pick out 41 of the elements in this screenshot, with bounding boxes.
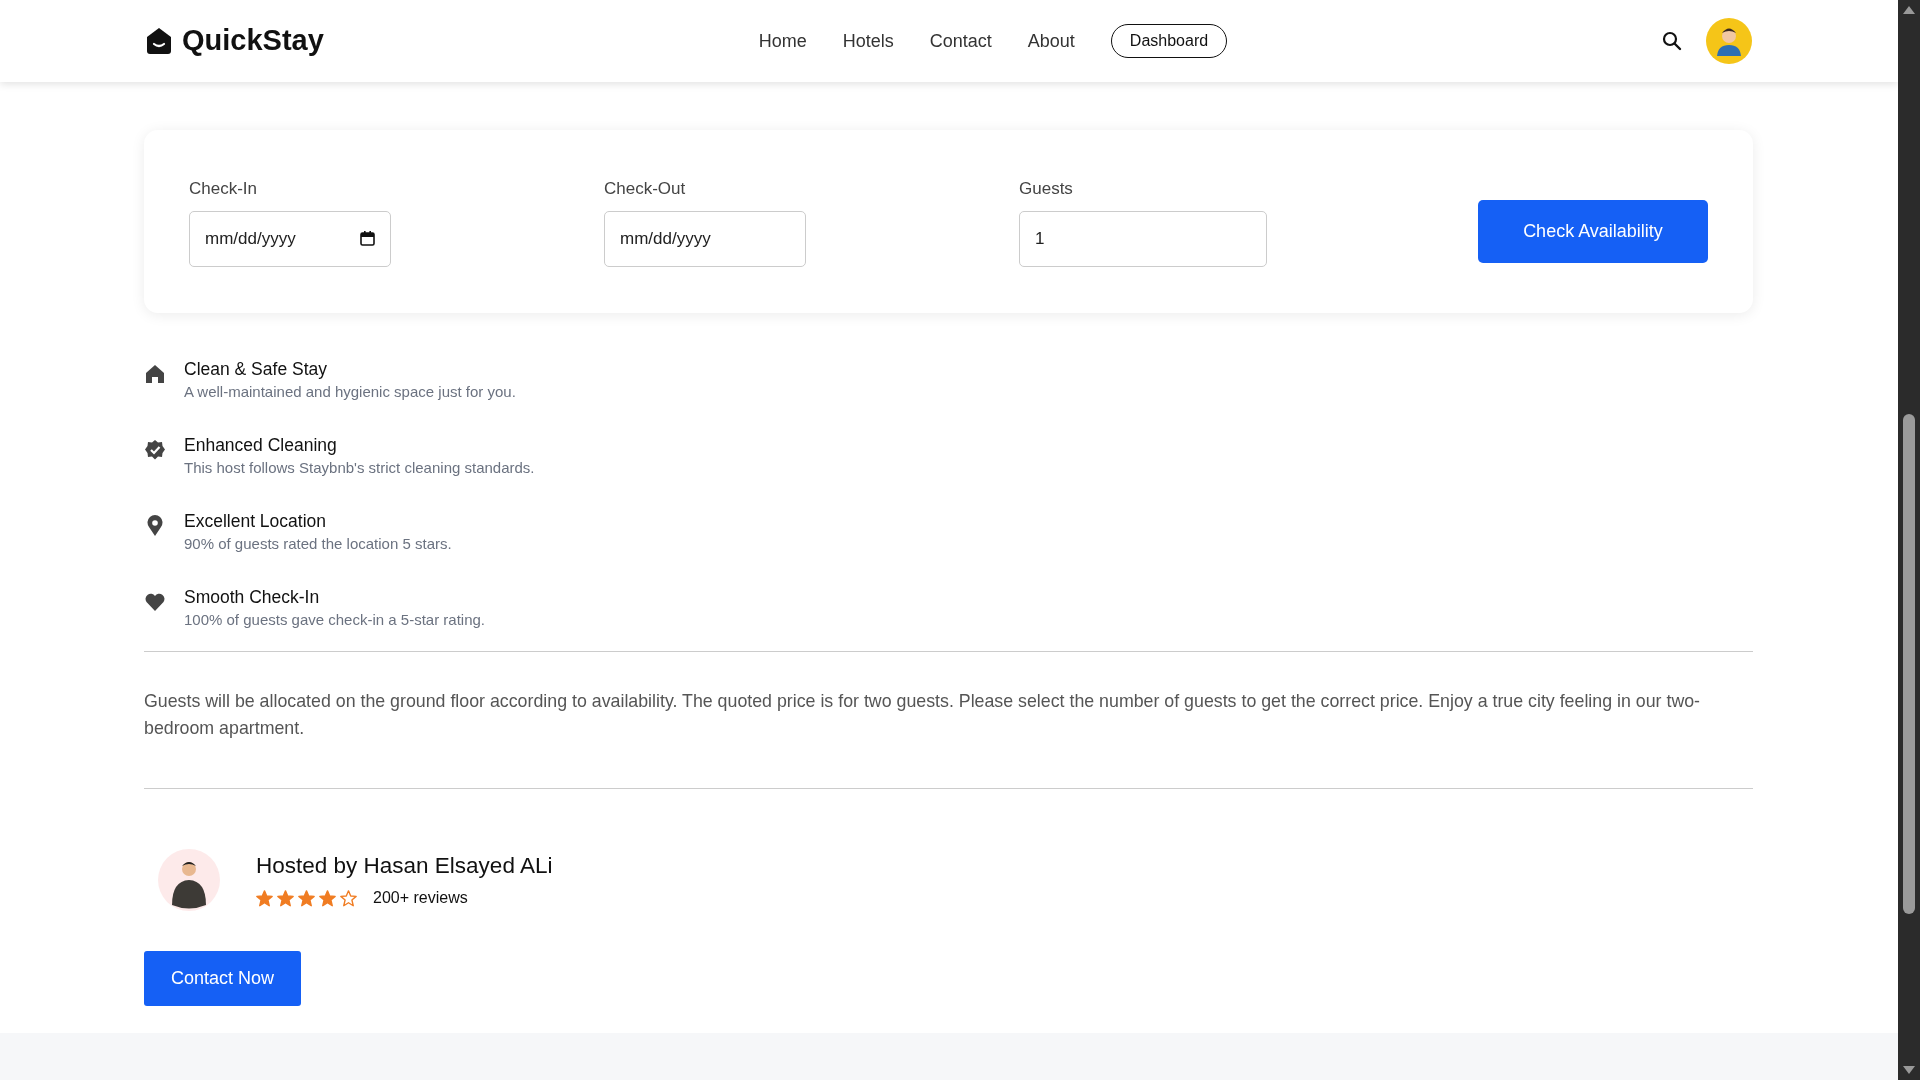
review-count: 200+ reviews <box>373 888 468 909</box>
filled-star-icon <box>319 889 336 907</box>
host-avatar-icon <box>158 848 220 911</box>
filled-star-icon <box>256 889 273 907</box>
feature-description: A well-maintained and hygienic space just for you. <box>184 381 516 402</box>
check-availability-button[interactable]: Check Availability <box>1478 199 1708 263</box>
check-badge-icon <box>144 438 166 461</box>
nav-link[interactable]: Contact <box>929 27 992 55</box>
contact-button[interactable]: Contact Now <box>144 950 302 1006</box>
user-avatar-icon[interactable] <box>1706 18 1752 64</box>
calendar-icon[interactable] <box>360 231 375 246</box>
host-name: Hosted by Hasan Elsayed ALi <box>256 851 553 880</box>
field-label: Check-Out <box>604 178 687 200</box>
brand-name[interactable]: QuickStay <box>182 19 324 63</box>
house-icon <box>144 362 166 385</box>
filled-star-icon <box>298 889 315 907</box>
house-logo-icon <box>144 26 174 56</box>
number-field[interactable]: 1 <box>1019 210 1267 267</box>
listing-description: Guests will be allocated on the ground floor according to availability. The quoted price is for two guests. Please select the number of guests to get the correct price. Enjoy a true city feeling in our two-bedroom apartment. <box>144 651 1753 789</box>
scroll-down-icon[interactable] <box>1903 1066 1915 1074</box>
date-field[interactable]: mm/dd/yyyy <box>604 210 806 267</box>
filled-star-icon <box>277 889 294 907</box>
feature-title: Excellent Location <box>184 509 328 533</box>
nav-link[interactable]: Home <box>758 27 807 55</box>
scrollbar[interactable] <box>1898 0 1920 1080</box>
feature-description: 100% of guests gave check-in a 5-star rating. <box>184 609 485 630</box>
feature-title: Clean & Safe Stay <box>184 357 328 381</box>
field-label: Guests <box>1019 178 1074 200</box>
empty-star-icon <box>340 889 357 907</box>
scrollbar-thumb[interactable] <box>1903 414 1915 914</box>
feature-title: Enhanced Cleaning <box>184 433 338 457</box>
feature-description: This host follows Staybnb's strict cleaning standards. <box>184 457 535 478</box>
scroll-up-icon[interactable] <box>1903 6 1915 14</box>
dashboard-button[interactable]: Dashboard <box>1110 24 1228 58</box>
date-field[interactable]: mm/dd/yyyy <box>189 210 391 267</box>
search-icon[interactable] <box>1662 31 1682 51</box>
feature-title: Smooth Check-In <box>184 585 321 609</box>
nav-link[interactable]: About <box>1027 27 1075 55</box>
feature-description: 90% of guests rated the location 5 stars. <box>184 533 452 554</box>
field-label: Check-In <box>189 178 259 200</box>
nav-link[interactable]: Hotels <box>842 27 894 55</box>
